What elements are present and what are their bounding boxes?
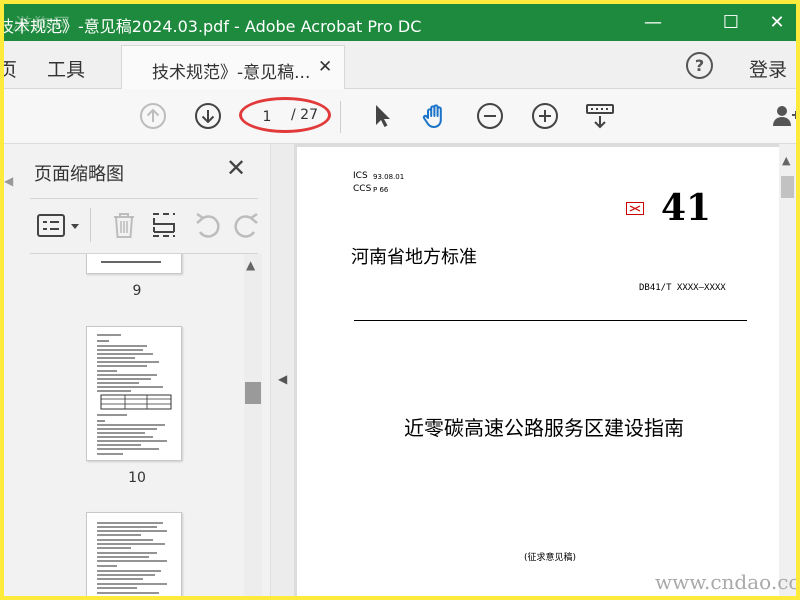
document-tab-label: 技术规范》-意见稿... xyxy=(152,63,311,83)
title-bar: 技术规范》-意见稿2024.03.pdf - Adobe Acrobat Pro… xyxy=(4,4,796,41)
panel-collapse-handle[interactable]: ◀ xyxy=(270,144,294,596)
pdf-page: ICS 93.08.01 CCS P 66 41 河南省地方标准 DB41/T … xyxy=(297,147,779,596)
options-menu-icon[interactable] xyxy=(36,212,84,240)
panel-close-icon[interactable]: ✕ xyxy=(226,154,246,182)
thumbnail-label: 9 xyxy=(132,283,142,299)
standard-emblem-icon xyxy=(626,202,644,215)
panel-expand-icon[interactable]: ◀ xyxy=(4,174,13,188)
scrollbar-thumb[interactable] xyxy=(245,382,261,404)
ics-value: 93.08.01 xyxy=(373,173,405,181)
tab-home[interactable]: 页 xyxy=(4,55,17,82)
thumbnail-label: 10 xyxy=(128,470,146,486)
rotate-left-icon[interactable] xyxy=(194,210,222,240)
document-number: DB41/T XXXX—XXXX xyxy=(639,283,726,293)
minimize-icon: — xyxy=(644,12,662,33)
zoom-out-icon[interactable] xyxy=(475,101,505,131)
previous-page-icon[interactable] xyxy=(138,101,168,131)
minimize-button[interactable]: — xyxy=(630,4,676,41)
page-preview xyxy=(97,522,167,594)
document-view: ICS 93.08.01 CCS P 66 41 河南省地方标准 DB41/T … xyxy=(294,144,796,596)
site-watermark: www.cndao.com xyxy=(655,570,796,594)
login-link[interactable]: 登录 xyxy=(749,55,787,82)
collapse-arrow-icon[interactable]: ◀ xyxy=(278,372,287,386)
select-tool-icon[interactable] xyxy=(367,101,397,131)
maximize-icon: ☐ xyxy=(722,12,740,33)
scroll-up-icon[interactable]: ▲ xyxy=(782,154,790,167)
page-preview xyxy=(97,334,172,455)
close-tab-icon[interactable]: ✕ xyxy=(318,57,332,77)
help-button[interactable]: ? xyxy=(686,52,713,79)
help-icon: ? xyxy=(694,56,705,75)
thumbnail-page-11[interactable] xyxy=(86,512,182,596)
divider xyxy=(30,198,258,199)
scrollbar-thumb[interactable] xyxy=(781,176,794,198)
ccs-label: CCS xyxy=(353,184,372,194)
toolbar: / 27 xyxy=(4,89,796,144)
insert-page-icon[interactable] xyxy=(150,210,178,240)
corner-watermark: 游狗网 xyxy=(12,15,69,35)
draft-note: (征求意见稿) xyxy=(524,553,577,563)
thumbnail-page-10[interactable] xyxy=(86,326,182,461)
page-navigator: / 27 xyxy=(239,97,331,133)
province-code: 41 xyxy=(661,187,712,229)
toolbar-divider xyxy=(340,101,341,133)
acrobat-window: 技术规范》-意见稿2024.03.pdf - Adobe Acrobat Pro… xyxy=(4,4,796,596)
panel-title: 页面缩略图 xyxy=(34,164,124,185)
next-page-icon[interactable] xyxy=(193,101,223,131)
document-title: 近零碳高速公路服务区建设指南 xyxy=(404,416,684,440)
header-rule xyxy=(354,320,747,321)
close-icon: ✕ xyxy=(769,12,785,33)
scroll-up-icon[interactable]: ▲ xyxy=(246,258,255,272)
toolbar-divider xyxy=(90,208,91,242)
close-window-button[interactable]: ✕ xyxy=(754,4,796,41)
rotate-right-icon[interactable] xyxy=(234,210,260,240)
menu-bar: 页 工具 技术规范》-意见稿... ✕ ? 登录 xyxy=(4,41,796,89)
issuer-heading: 河南省地方标准 xyxy=(351,247,477,268)
thumbnail-scrollbar[interactable]: ▲ xyxy=(244,254,262,596)
hand-tool-icon[interactable] xyxy=(420,101,450,131)
tab-document[interactable]: 技术规范》-意见稿... ✕ xyxy=(121,45,345,89)
maximize-button[interactable]: ☐ xyxy=(708,4,754,41)
thumbnail-list: 9 10 xyxy=(30,254,244,596)
zoom-in-icon[interactable] xyxy=(530,101,560,131)
share-user-icon[interactable] xyxy=(770,101,796,131)
document-scrollbar[interactable]: ▲ xyxy=(779,144,796,596)
panel-toolbar xyxy=(30,200,260,252)
tab-tools[interactable]: 工具 xyxy=(47,55,85,82)
scroll-mode-icon[interactable] xyxy=(585,101,615,131)
trash-icon[interactable] xyxy=(110,210,138,240)
ccs-value: P 66 xyxy=(373,186,389,194)
red-highlight-oval xyxy=(239,97,331,133)
thumbnail-panel: 页面缩略图 ✕ 9 10 ▲ xyxy=(4,144,270,596)
thumbnail-page-9[interactable] xyxy=(86,254,182,274)
ics-label: ICS xyxy=(353,171,368,181)
